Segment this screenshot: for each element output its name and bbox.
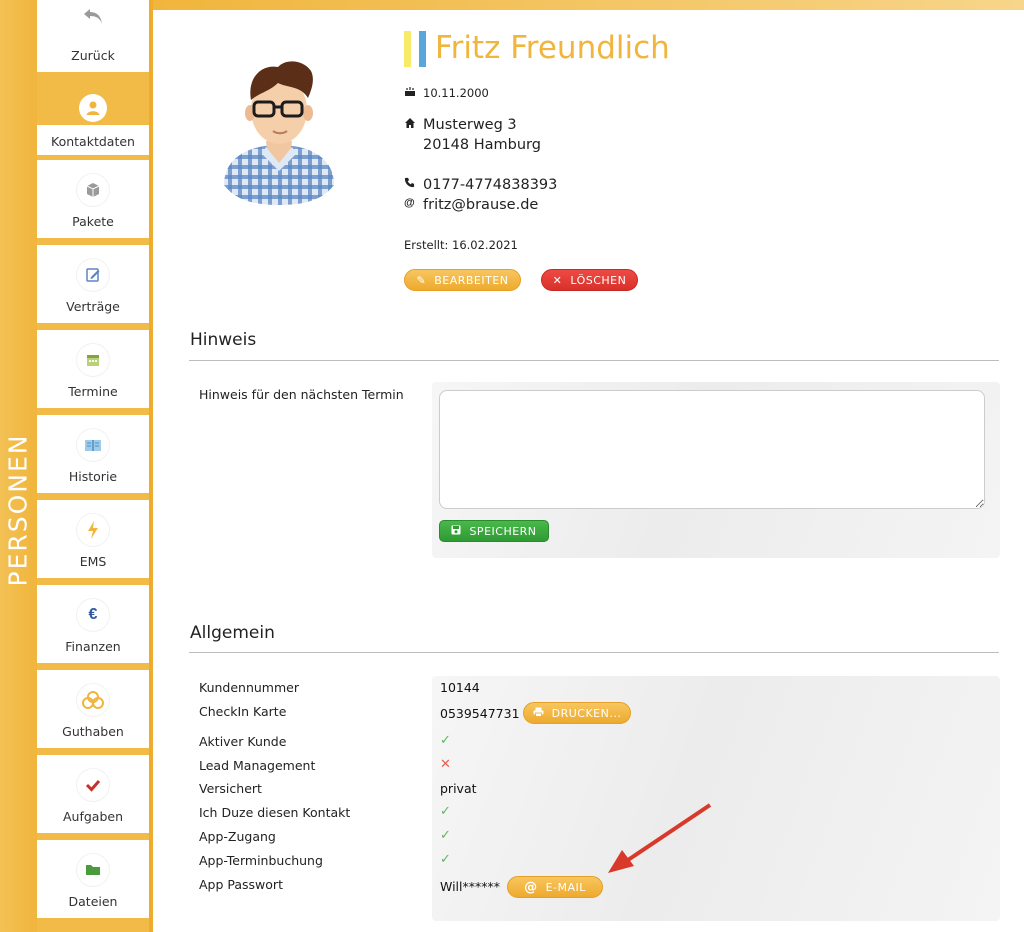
- annotation-arrow-icon: [608, 803, 712, 873]
- hint-label: Hinweis für den nächsten Termin: [199, 387, 404, 402]
- print-button[interactable]: DRUCKEN...: [523, 702, 631, 724]
- top-accent-bar: [153, 0, 1024, 10]
- check-task-icon: [77, 769, 109, 801]
- at-icon: @: [524, 879, 538, 895]
- birthday-row: 10.11.2000: [404, 83, 489, 103]
- sidebar-item-history[interactable]: Historie: [37, 415, 149, 493]
- address-street: Musterweg 3: [423, 117, 517, 133]
- sidebar-item-tasks[interactable]: Aufgaben: [37, 755, 149, 833]
- edit-button-label: BEARBEITEN: [434, 273, 509, 287]
- home-icon: [404, 117, 418, 132]
- email[interactable]: fritz@brause.de: [423, 195, 538, 215]
- contract-edit-icon: [77, 259, 109, 291]
- app-access-check-icon: ✓: [440, 828, 451, 843]
- printer-icon: [533, 707, 544, 720]
- sidebar-item-credit[interactable]: Guthaben: [37, 670, 149, 748]
- checkin-card-number: 0539547731: [440, 706, 520, 721]
- phone-icon: [404, 177, 418, 191]
- save-button[interactable]: SPEICHERN: [439, 520, 549, 542]
- sidebar-item-packages[interactable]: Pakete: [37, 160, 149, 238]
- address: Musterweg 3 20148 Hamburg: [423, 115, 541, 155]
- general-row-label: Lead Management: [199, 758, 316, 773]
- general-row-label: CheckIn Karte: [199, 704, 287, 719]
- sidebar-item-label: Dateien: [68, 894, 118, 909]
- contact-name: Fritz Freundlich: [435, 30, 670, 66]
- general-row-label: Kundennummer: [199, 680, 299, 695]
- back-arrow-icon: [77, 0, 109, 32]
- sidebar-nav: Zurück Kontaktdaten Pakete Verträge Term…: [37, 0, 153, 932]
- phone[interactable]: 0177-4774838393: [423, 175, 557, 195]
- email-row: @ fritz@brause.de: [404, 195, 538, 215]
- customer-number: 10144: [440, 680, 480, 695]
- close-icon: ✕: [552, 273, 563, 287]
- created-date: Erstellt: 16.02.2021: [404, 238, 518, 252]
- sidebar-item-contact-header[interactable]: [37, 89, 149, 125]
- sidebar-item-label: Guthaben: [62, 724, 124, 739]
- created-row: Erstellt: 16.02.2021: [404, 235, 518, 255]
- packages-icon: [77, 174, 109, 206]
- avatar: [218, 55, 340, 210]
- save-button-label: SPEICHERN: [469, 524, 537, 538]
- sidebar-item-label: Kontaktdaten: [51, 134, 135, 149]
- app-booking-check-icon: ✓: [440, 852, 451, 867]
- save-disk-icon: [451, 525, 461, 538]
- general-row-label: Aktiver Kunde: [199, 734, 287, 749]
- sidebar-item-label: Finanzen: [65, 639, 121, 654]
- side-strip-label: PERSONEN: [3, 433, 33, 587]
- sidebar-item-label: Verträge: [66, 299, 120, 314]
- history-book-icon: [77, 429, 109, 461]
- sidebar-item-label: EMS: [79, 554, 107, 569]
- email-password-button[interactable]: @ E-MAIL: [507, 876, 603, 898]
- edit-button[interactable]: ✎ BEARBEITEN: [404, 269, 521, 291]
- at-icon: @: [404, 197, 415, 209]
- address-city: 20148 Hamburg: [423, 137, 541, 153]
- general-section-title: Allgemein: [190, 623, 275, 643]
- print-button-label: DRUCKEN...: [551, 706, 622, 720]
- lead-management-cross-icon: ✕: [440, 757, 451, 772]
- general-row-label: Versichert: [199, 781, 262, 796]
- sidebar-item-label: Termine: [68, 384, 118, 399]
- coins-icon: [77, 684, 109, 716]
- sidebar-item-finances[interactable]: € Finanzen: [37, 585, 149, 663]
- sidebar-item-label: Pakete: [72, 214, 114, 229]
- sidebar-item-contracts[interactable]: Verträge: [37, 245, 149, 323]
- hint-section-divider: [189, 360, 999, 361]
- email-button-label: E-MAIL: [545, 880, 586, 894]
- delete-button-label: LÖSCHEN: [570, 273, 627, 287]
- active-customer-check-icon: ✓: [440, 733, 451, 748]
- duze-check-icon: ✓: [440, 804, 451, 819]
- contact-user-icon: [79, 94, 107, 122]
- lightning-icon: [77, 514, 109, 546]
- general-row-label: Ich Duze diesen Kontakt: [199, 805, 351, 820]
- general-section-divider: [189, 652, 999, 653]
- general-row-label: App-Zugang: [199, 829, 276, 844]
- general-row-label: App-Terminbuchung: [199, 853, 323, 868]
- insurance-value: privat: [440, 781, 477, 796]
- phone-row: 0177-4774838393: [404, 175, 557, 195]
- sidebar-item-appointments[interactable]: Termine: [37, 330, 149, 408]
- hint-textarea[interactable]: [439, 390, 985, 509]
- sidebar-item-label: Aufgaben: [62, 809, 124, 824]
- folder-icon: [77, 854, 109, 886]
- sidebar-item-label: Historie: [68, 469, 118, 484]
- sidebar-item-ems[interactable]: EMS: [37, 500, 149, 578]
- cake-icon: [404, 85, 418, 100]
- app-password: Will******: [440, 879, 501, 894]
- delete-button[interactable]: ✕ LÖSCHEN: [541, 269, 638, 291]
- calendar-icon: [77, 344, 109, 376]
- sidebar-item-label: Zurück: [71, 48, 115, 63]
- side-strip-label-wrap: PERSONEN: [0, 0, 37, 932]
- sidebar-item-back[interactable]: Zurück: [37, 0, 149, 72]
- general-row-label: App Passwort: [199, 877, 283, 892]
- euro-icon: €: [77, 599, 109, 631]
- sidebar-item-files[interactable]: Dateien: [37, 840, 149, 918]
- birthday: 10.11.2000: [423, 86, 489, 100]
- sidebar-item-contact[interactable]: Kontaktdaten: [37, 125, 149, 155]
- hint-section-title: Hinweis: [190, 330, 257, 350]
- address-row: Musterweg 3 20148 Hamburg: [404, 115, 541, 155]
- pencil-icon: ✎: [416, 273, 427, 287]
